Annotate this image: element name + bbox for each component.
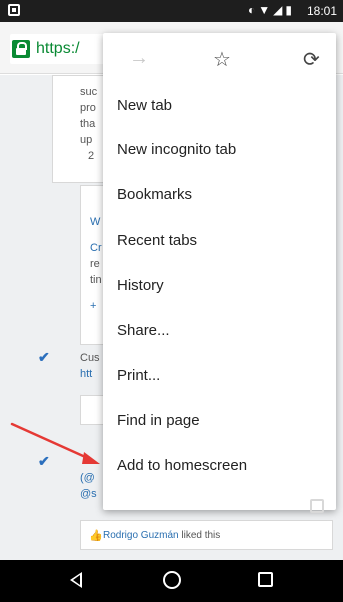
text-fragment: up [80,134,93,146]
text-fragment: suc [80,86,98,98]
back-icon[interactable] [70,572,82,588]
text-fragment: (@ [80,472,95,484]
menu-item-recent-tabs[interactable]: Recent tabs [103,219,336,263]
menu-item-find-in-page[interactable]: Find in page [103,399,336,443]
menu-item-print[interactable]: Print... [103,354,336,398]
text-fragment: tin [90,274,102,286]
menu-item-new-tab[interactable]: New tab [103,84,336,128]
menu-item-bookmarks[interactable]: Bookmarks [103,173,336,217]
status-time: 18:01 [306,4,337,18]
check-icon: ✔ [38,349,50,365]
menu-item-new-incognito-tab[interactable]: New incognito tab [103,128,336,172]
status-icons: ◐▼◢▮ [248,3,295,17]
menu-item-history[interactable]: History [103,264,336,308]
nav-bar [0,560,343,602]
url-text: https:/ [36,40,80,57]
star-icon[interactable]: ☆ [213,47,231,72]
liked-card: 👍 Rodrigo Guzmán liked this [80,520,333,550]
notification-icon [8,4,20,16]
reload-icon[interactable]: ⟳ [303,47,320,72]
text-fragment: 2 [88,150,95,162]
text-fragment: Cus [80,352,100,364]
text-fragment: re [90,258,100,270]
text-fragment: htt [80,368,93,380]
liked-text: Rodrigo Guzmán liked this [103,529,220,543]
forward-icon[interactable]: → [129,47,149,70]
status-bar: ◐▼◢▮ 18:01 [0,0,343,22]
liker-name[interactable]: Rodrigo Guzmán [103,530,179,541]
like-icon: 👍 [89,530,103,542]
overflow-menu: → ☆ ⟳ New tab New incognito tab Bookmark… [103,33,336,513]
recents-icon[interactable] [258,572,273,587]
text-fragment: Cr [90,242,102,254]
annotation-arrow [10,422,100,464]
menu-top-row: → ☆ ⟳ [103,33,336,89]
menu-item-share[interactable]: Share... [103,309,336,353]
text-fragment: pro [80,102,96,114]
menu-item-add-to-homescreen[interactable]: Add to homescreen [103,444,336,488]
faded-checkbox-icon [310,499,324,513]
home-icon[interactable] [163,571,181,589]
text-fragment: @s [80,488,97,500]
liked-suffix: liked this [178,530,221,541]
text-fragment: W [90,216,101,228]
text-fragment: + [90,300,97,312]
lock-icon [12,40,30,58]
text-fragment: tha [80,118,96,130]
